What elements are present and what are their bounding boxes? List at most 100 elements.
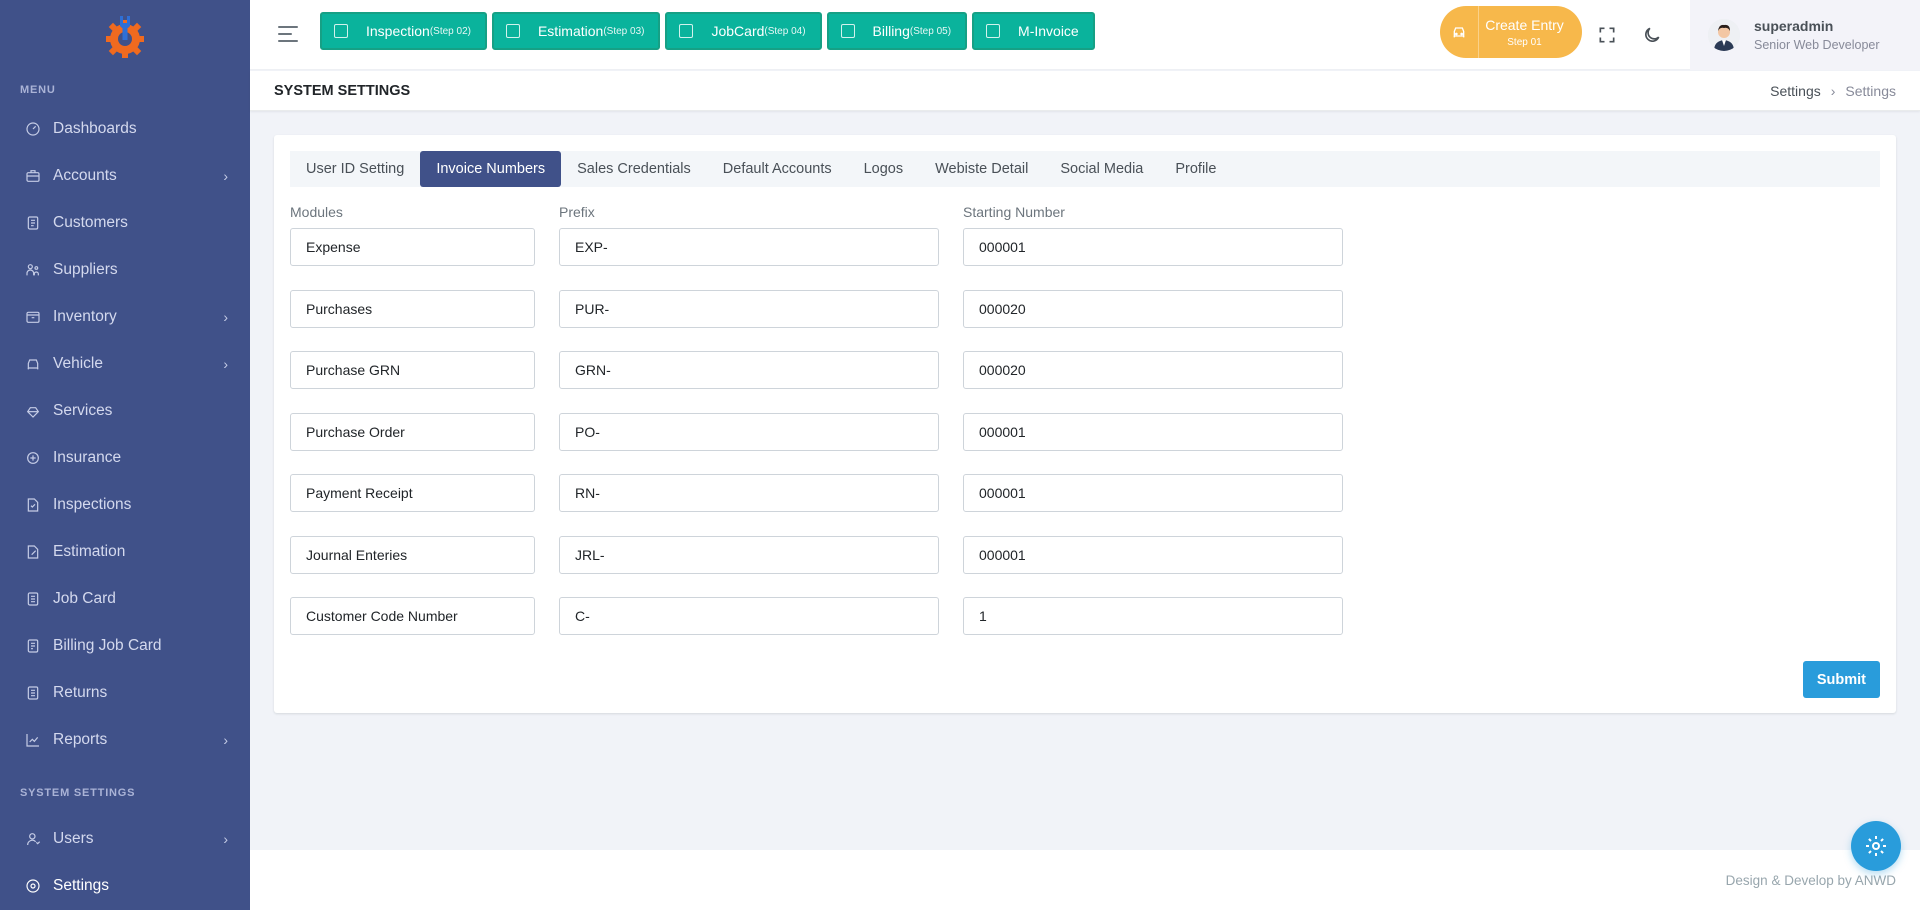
suppliers-icon (25, 262, 41, 278)
module-input[interactable] (290, 474, 535, 512)
step-button-m-invoice[interactable]: M-Invoice (972, 12, 1095, 50)
module-input[interactable] (290, 535, 535, 574)
tab-sales-credentials[interactable]: Sales Credentials (561, 151, 707, 187)
tab-logos[interactable]: Logos (848, 151, 920, 187)
prefix-input[interactable] (559, 228, 939, 266)
sidebar-item-label: Inspections (53, 495, 132, 513)
sidebar-item-job-card[interactable]: Job Card (0, 575, 250, 622)
prefix-input[interactable] (559, 289, 939, 328)
sidebar-item-inspections[interactable]: Inspections (0, 481, 250, 528)
tab-user-id-setting[interactable]: User ID Setting (290, 151, 420, 187)
module-input[interactable] (290, 228, 535, 266)
starting-number-input[interactable] (963, 289, 1343, 328)
sidebar-item-settings[interactable]: Settings (0, 862, 250, 909)
breadcrumb-settings-link[interactable]: Settings (1770, 83, 1821, 99)
document-icon (840, 24, 855, 38)
sidebar-item-label: Inventory (53, 307, 117, 325)
prefix-input[interactable] (559, 474, 939, 512)
chevron-right-icon: › (223, 308, 228, 325)
step-button-billing[interactable]: Billing (Step 05) (826, 12, 968, 50)
sidebar-item-estimation[interactable]: Estimation (0, 528, 250, 575)
tab-social-media[interactable]: Social Media (1044, 151, 1159, 187)
customers-icon (25, 215, 41, 231)
create-entry-button[interactable]: Create Entry Step 01 (1440, 6, 1582, 58)
billing-icon (25, 638, 41, 654)
starting-number-input[interactable] (963, 535, 1343, 574)
create-entry-title: Create Entry (1485, 16, 1564, 33)
sidebar-item-dashboards[interactable]: Dashboards (0, 105, 250, 152)
document-icon (334, 24, 348, 38)
sidebar-item-inventory[interactable]: Inventory › (0, 293, 250, 340)
chevron-right-icon: › (223, 731, 228, 748)
step-button-label: JobCard (711, 23, 765, 39)
step-button-label: M-Invoice (1018, 23, 1079, 39)
fullscreen-icon[interactable] (1597, 25, 1617, 45)
sidebar-item-label: Reports (53, 730, 108, 748)
sidebar-item-label: Settings (53, 876, 110, 894)
sidebar-item-label: Job Card (53, 589, 116, 607)
dark-mode-moon-icon[interactable] (1642, 25, 1662, 45)
module-input[interactable] (290, 597, 535, 635)
returns-icon (25, 685, 41, 701)
jobcard-icon (25, 591, 41, 607)
starting-number-input[interactable] (963, 597, 1343, 635)
module-input[interactable] (290, 351, 535, 389)
module-input[interactable] (290, 289, 535, 328)
sidebar-item-users[interactable]: Users › (0, 815, 250, 862)
starting-number-input[interactable] (963, 474, 1343, 512)
starting-number-input[interactable] (963, 412, 1343, 451)
tab-invoice-numbers[interactable]: Invoice Numbers (420, 151, 562, 187)
sidebar-item-insurance[interactable]: Insurance (0, 434, 250, 481)
inventory-icon (25, 309, 41, 325)
module-input[interactable] (290, 412, 535, 451)
user-profile-dropdown[interactable]: superadmin Senior Web Developer (1690, 0, 1920, 70)
sidebar-item-returns[interactable]: Returns (0, 669, 250, 716)
sidebar-item-accounts[interactable]: Accounts › (0, 152, 250, 199)
step-button-step: (Step 04) (764, 25, 806, 37)
theme-settings-gear-button[interactable] (1851, 821, 1901, 871)
breadcrumb-current: Settings (1845, 83, 1896, 99)
prefix-input[interactable] (559, 351, 939, 389)
submit-button[interactable]: Submit (1802, 661, 1880, 698)
starting-number-input[interactable] (963, 228, 1343, 266)
modules-column-label: Modules (290, 204, 343, 220)
chevron-right-icon: › (223, 830, 228, 847)
sidebar-item-suppliers[interactable]: Suppliers (0, 246, 250, 293)
menu-section-title: MENU (20, 84, 56, 96)
prefix-input[interactable] (559, 535, 939, 574)
sidebar-item-label: Users (53, 829, 94, 847)
sidebar-item-label: Insurance (53, 448, 122, 466)
step-button-jobcard[interactable]: JobCard (Step 04) (665, 12, 822, 50)
sidebar-item-customers[interactable]: Customers (0, 199, 250, 246)
sidebar-item-services[interactable]: Services (0, 387, 250, 434)
tab-webiste-detail[interactable]: Webiste Detail (919, 151, 1044, 187)
sidebar-item-billing-job-card[interactable]: Billing Job Card (0, 622, 250, 669)
tab-default-accounts[interactable]: Default Accounts (707, 151, 848, 187)
sidebar-item-label: Customers (53, 213, 128, 231)
page-title: SYSTEM SETTINGS (274, 83, 411, 99)
user-icon (25, 831, 41, 847)
gear-wrench-logo-icon (106, 16, 144, 58)
sidebar-item-label: Vehicle (53, 354, 103, 372)
sidebar-item-label: Estimation (53, 542, 126, 560)
step-button-inspection[interactable]: Inspection (Step 02) (320, 12, 487, 50)
step-button-label: Billing (872, 23, 910, 39)
document-icon (986, 24, 1001, 38)
document-icon (679, 24, 694, 38)
starting-number-input[interactable] (963, 351, 1343, 389)
user-role: Senior Web Developer (1754, 38, 1880, 52)
prefix-input[interactable] (559, 597, 939, 635)
step-button-label: Estimation (537, 23, 604, 39)
app-logo[interactable] (0, 0, 250, 72)
sidebar-item-label: Returns (53, 683, 108, 701)
tab-profile[interactable]: Profile (1159, 151, 1232, 187)
breadcrumb: Settings › Settings (1770, 83, 1896, 99)
sidebar-item-reports[interactable]: Reports › (0, 716, 250, 763)
hamburger-menu-icon[interactable] (278, 26, 298, 44)
services-icon (25, 403, 41, 419)
prefix-input[interactable] (559, 412, 939, 451)
step-button-estimation[interactable]: Estimation (Step 03) (491, 12, 661, 50)
chevron-right-icon: › (223, 355, 228, 372)
sidebar-item-vehicle[interactable]: Vehicle › (0, 340, 250, 387)
prefix-column-label: Prefix (559, 204, 595, 220)
